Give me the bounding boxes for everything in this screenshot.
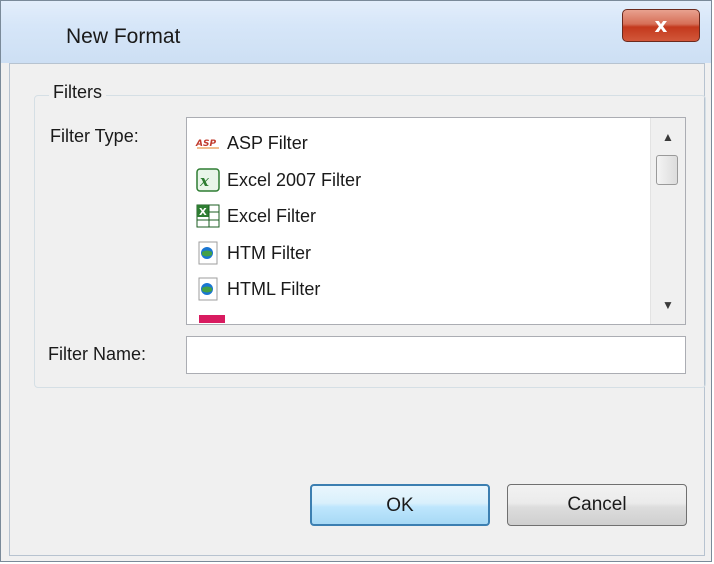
filter-type-label: Filter Type: [50,126,139,146]
excel-icon: X [196,204,220,228]
filter-name-label: Filter Name: [48,344,147,364]
filters-legend: Filters [49,82,106,103]
list-item-htm-filter[interactable]: HTM Filter [195,237,311,269]
scroll-down-arrow-icon[interactable]: ▼ [651,290,685,320]
window-title: New Format [66,25,181,48]
list-item-excel-filter[interactable]: X Excel Filter [195,200,316,232]
filter-type-listbox[interactable]: ASP ASP Filter x Excel 2007 Filter X Exc… [186,117,686,325]
asp-icon: ASP [195,139,219,149]
scroll-up-arrow-icon[interactable]: ▲ [651,122,685,152]
list-item-label: Excel Filter [227,205,317,226]
svg-text:x: x [199,172,210,190]
scroll-thumb[interactable] [656,155,678,185]
list-item-label: HTML Filter [227,278,321,299]
list-item-label: Excel 2007 Filter [227,169,362,190]
list-item-asp-filter[interactable]: ASP ASP Filter [195,127,308,159]
title-bar[interactable]: New Format x [1,1,711,63]
filter-name-input[interactable] [186,336,686,374]
htm-globe-icon [198,241,218,265]
ok-button[interactable]: OK [310,484,490,526]
list-item-label: ASP Filter [227,132,308,153]
html-globe-icon [198,277,218,301]
cancel-button[interactable]: Cancel [507,484,687,526]
svg-text:X: X [199,207,207,218]
list-item-label: HTM Filter [227,242,311,263]
excel-2007-icon: x [196,168,220,192]
list-item-html-filter[interactable]: HTML Filter [195,273,320,305]
close-button[interactable]: x [622,9,700,42]
listbox-scrollbar[interactable]: ▲ ▼ [650,118,685,324]
list-item-excel-2007-filter[interactable]: x Excel 2007 Filter [195,164,361,196]
close-icon: x [654,13,668,37]
partial-list-item-icon [199,315,225,323]
